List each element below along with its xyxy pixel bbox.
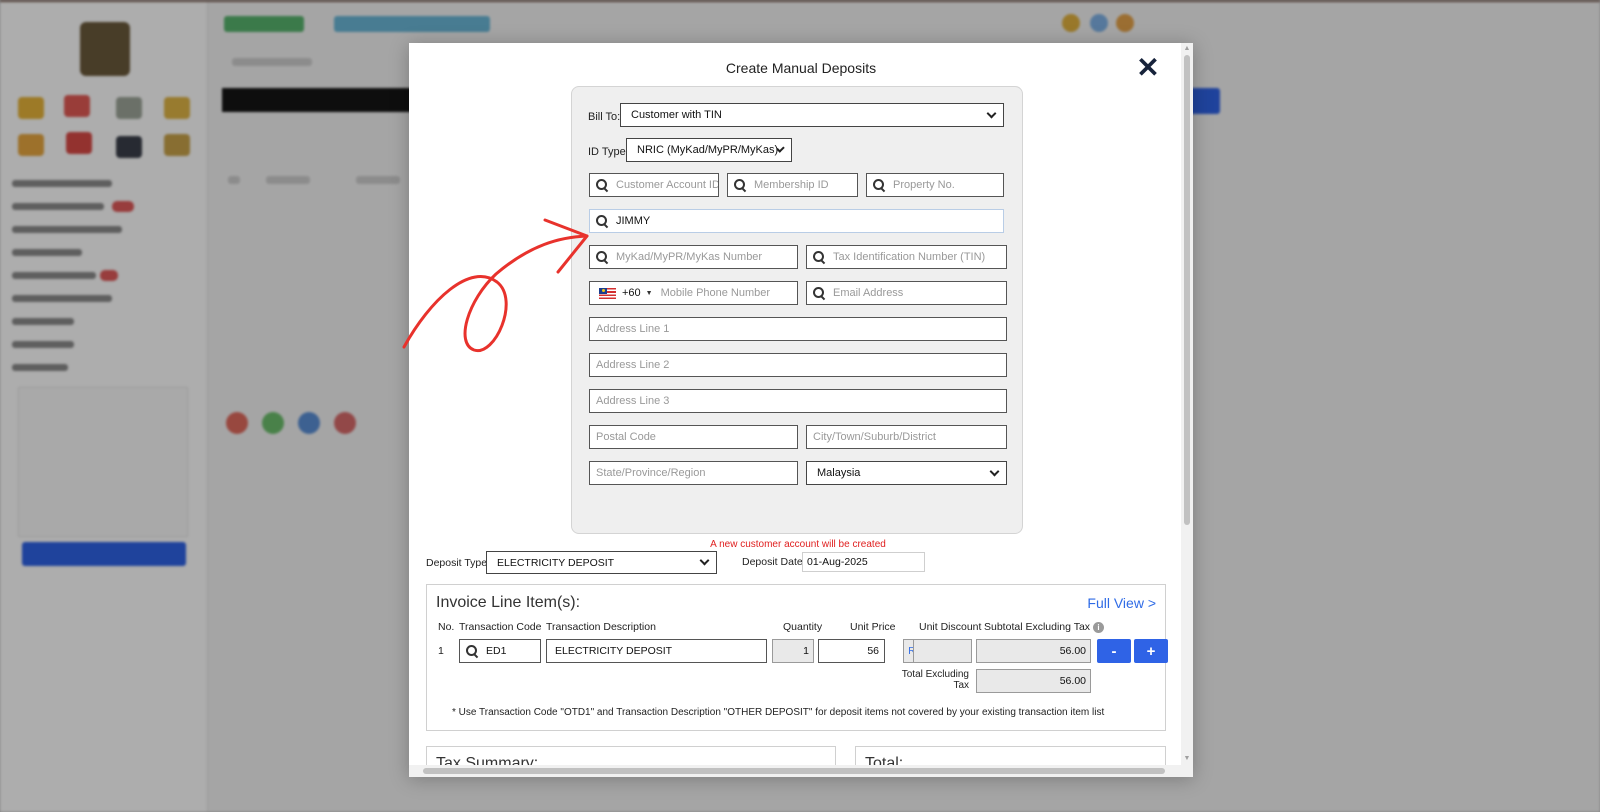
create-manual-deposits-modal: Create Manual Deposits ✕ Bill To: Custom… bbox=[409, 43, 1193, 777]
add-line-button[interactable]: + bbox=[1134, 639, 1168, 663]
state-placeholder: State/Province/Region bbox=[596, 467, 706, 479]
malaysia-flag-icon[interactable] bbox=[599, 287, 616, 299]
total-excluding-tax-label: Total Excluding Tax bbox=[901, 669, 969, 691]
column-header-unit-price: Unit Price bbox=[850, 621, 896, 633]
chevron-down-icon bbox=[989, 466, 1000, 476]
membership-id-field[interactable]: Membership ID bbox=[727, 173, 858, 197]
tin-placeholder: Tax Identification Number (TIN) bbox=[833, 251, 986, 263]
remove-line-button[interactable]: - bbox=[1097, 639, 1131, 663]
deposit-date-value: 01-Aug-2025 bbox=[807, 556, 868, 568]
column-header-transaction-description: Transaction Description bbox=[546, 621, 656, 633]
scroll-up-arrow-icon[interactable]: ▲ bbox=[1183, 45, 1191, 53]
property-no-placeholder: Property No. bbox=[893, 179, 955, 191]
city-field[interactable]: City/Town/Suburb/District bbox=[806, 425, 1007, 449]
transaction-code-field[interactable]: ED1 bbox=[459, 639, 541, 663]
column-header-subtotal: Subtotal Excluding Tax i bbox=[984, 621, 1104, 633]
column-header-unit-discount: Unit Discount bbox=[919, 621, 982, 633]
search-icon bbox=[466, 645, 478, 657]
subtotal-header-label: Subtotal Excluding Tax bbox=[984, 621, 1091, 633]
modal-title: Create Manual Deposits bbox=[725, 60, 877, 76]
phone-country-code[interactable]: +60 bbox=[622, 287, 641, 299]
column-header-quantity: Quantity bbox=[783, 621, 823, 633]
country-value: Malaysia bbox=[817, 467, 861, 479]
transaction-code-note: * Use Transaction Code "OTD1" and Transa… bbox=[452, 707, 1105, 718]
horizontal-scrollbar[interactable] bbox=[409, 765, 1193, 777]
mykad-number-field[interactable]: MyKad/MyPR/MyKas Number bbox=[589, 245, 798, 269]
customer-account-id-placeholder: Customer Account ID bbox=[616, 179, 719, 191]
new-account-notice: A new customer account will be created bbox=[710, 539, 886, 550]
id-type-select[interactable]: NRIC (MyKad/MyPR/MyKas) bbox=[626, 138, 792, 162]
close-icon[interactable]: ✕ bbox=[1135, 54, 1161, 82]
vertical-scrollbar[interactable]: ▲ ▼ bbox=[1181, 43, 1193, 765]
bill-to-label: Bill To: bbox=[588, 111, 621, 123]
id-type-value: NRIC (MyKad/MyPR/MyKas) bbox=[637, 144, 779, 156]
deposit-date-field[interactable]: 01-Aug-2025 bbox=[802, 552, 925, 572]
postal-code-field[interactable]: Postal Code bbox=[589, 425, 798, 449]
state-field[interactable]: State/Province/Region bbox=[589, 461, 798, 485]
caret-down-icon[interactable]: ▼ bbox=[646, 290, 653, 297]
unit-discount-field[interactable] bbox=[913, 639, 972, 663]
transaction-description-value: ELECTRICITY DEPOSIT bbox=[555, 645, 673, 657]
chevron-down-icon bbox=[986, 108, 997, 118]
deposit-date-label: Deposit Date bbox=[742, 556, 803, 568]
customer-account-id-field[interactable]: Customer Account ID bbox=[589, 173, 719, 197]
search-icon bbox=[734, 179, 746, 191]
subtotal-field: 56.00 bbox=[976, 639, 1091, 663]
deposit-type-select[interactable]: ELECTRICITY DEPOSIT bbox=[486, 551, 717, 574]
invoice-line-items-title: Invoice Line Item(s): bbox=[436, 594, 581, 611]
subtotal-value: 56.00 bbox=[1059, 645, 1086, 657]
address-line-1-placeholder: Address Line 1 bbox=[596, 323, 670, 335]
membership-id-placeholder: Membership ID bbox=[754, 179, 829, 191]
search-icon bbox=[596, 251, 608, 263]
chevron-down-icon bbox=[699, 555, 710, 566]
customer-name-value: JIMMY bbox=[616, 215, 651, 227]
customer-name-field[interactable]: JIMMY bbox=[589, 209, 1004, 233]
transaction-code-value: ED1 bbox=[486, 645, 507, 657]
full-view-link[interactable]: Full View > bbox=[1087, 595, 1156, 611]
invoice-line-items-box: Invoice Line Item(s): Full View > No. Tr… bbox=[426, 584, 1168, 731]
horizontal-scrollbar-thumb[interactable] bbox=[423, 768, 1165, 774]
search-icon bbox=[813, 251, 825, 263]
property-no-field[interactable]: Property No. bbox=[866, 173, 1004, 197]
quantity-field[interactable]: 1 bbox=[772, 639, 814, 663]
email-placeholder: Email Address bbox=[833, 287, 904, 299]
scroll-down-arrow-icon[interactable]: ▼ bbox=[1183, 755, 1191, 763]
total-excluding-tax-field: 56.00 bbox=[976, 669, 1091, 693]
id-type-label: ID Type: bbox=[588, 146, 629, 158]
mykad-number-placeholder: MyKad/MyPR/MyKas Number bbox=[616, 251, 763, 263]
search-icon bbox=[813, 287, 825, 299]
column-header-transaction-code: Transaction Code bbox=[459, 621, 542, 633]
quantity-value: 1 bbox=[803, 645, 809, 657]
address-line-1-field[interactable]: Address Line 1 bbox=[589, 317, 1007, 341]
search-icon bbox=[596, 215, 608, 227]
customer-panel: Bill To: Customer with TIN ID Type: NRIC… bbox=[571, 86, 1023, 550]
address-line-2-field[interactable]: Address Line 2 bbox=[589, 353, 1007, 377]
column-header-no: No. bbox=[438, 621, 455, 633]
vertical-scrollbar-thumb[interactable] bbox=[1184, 55, 1190, 525]
city-placeholder: City/Town/Suburb/District bbox=[813, 431, 936, 443]
country-select[interactable]: Malaysia bbox=[806, 461, 1007, 485]
deposit-type-value: ELECTRICITY DEPOSIT bbox=[497, 556, 615, 569]
deposit-type-label: Deposit Type bbox=[426, 557, 488, 569]
address-line-3-placeholder: Address Line 3 bbox=[596, 395, 670, 407]
bill-to-select[interactable]: Customer with TIN bbox=[620, 103, 1004, 127]
bill-to-value: Customer with TIN bbox=[631, 109, 722, 121]
address-line-3-field[interactable]: Address Line 3 bbox=[589, 389, 1007, 413]
transaction-description-field[interactable]: ELECTRICITY DEPOSIT bbox=[546, 639, 767, 663]
total-excluding-tax-value: 56.00 bbox=[1059, 675, 1086, 687]
unit-price-field[interactable]: 56 bbox=[818, 639, 885, 663]
mobile-phone-placeholder: Mobile Phone Number bbox=[660, 287, 771, 299]
row-number: 1 bbox=[438, 645, 444, 657]
search-icon bbox=[596, 179, 608, 191]
info-icon[interactable]: i bbox=[1092, 621, 1104, 633]
tin-field[interactable]: Tax Identification Number (TIN) bbox=[806, 245, 1007, 269]
unit-price-value: 56 bbox=[867, 645, 879, 657]
address-line-2-placeholder: Address Line 2 bbox=[596, 359, 670, 371]
search-icon bbox=[873, 179, 885, 191]
mobile-phone-field[interactable]: +60 ▼ Mobile Phone Number bbox=[589, 281, 798, 305]
email-field[interactable]: Email Address bbox=[806, 281, 1007, 305]
postal-code-placeholder: Postal Code bbox=[596, 431, 656, 443]
